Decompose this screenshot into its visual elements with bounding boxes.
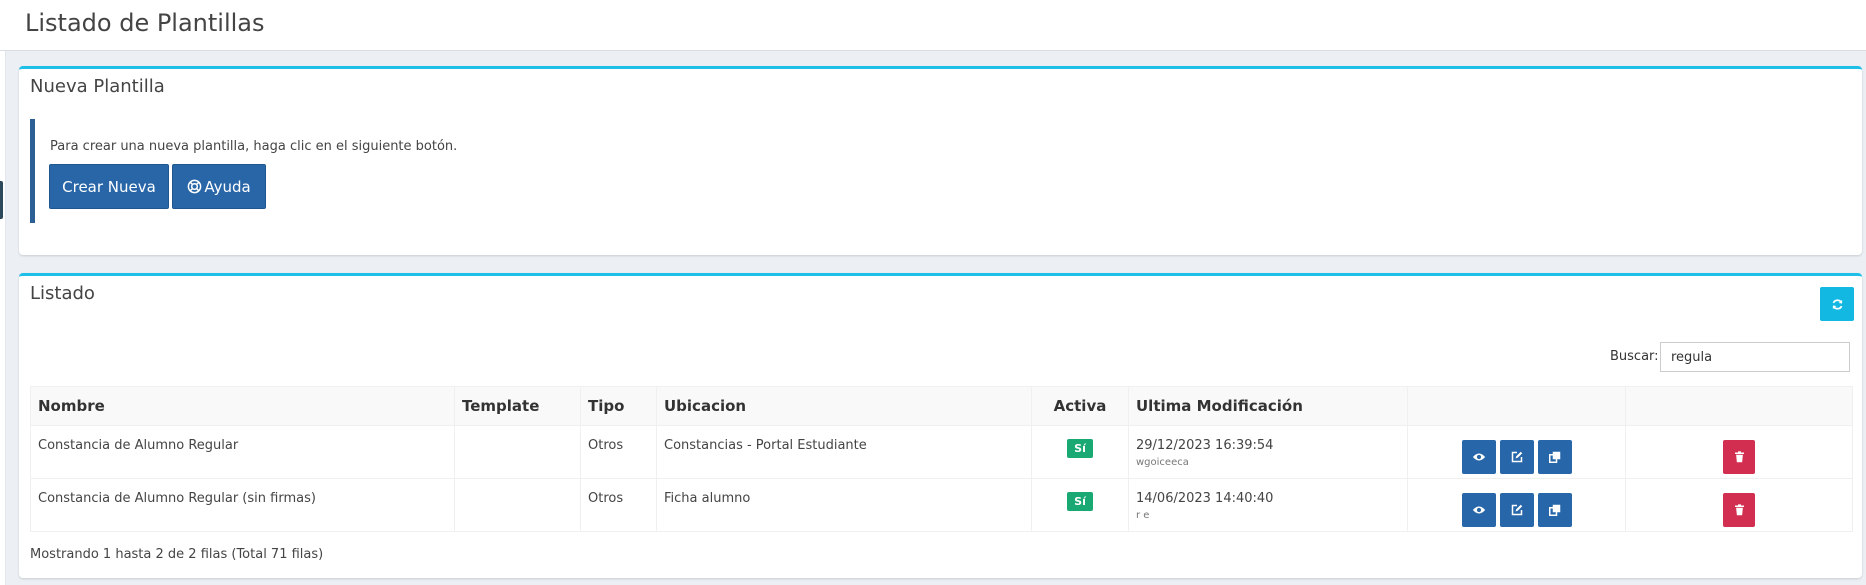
duplicate-button[interactable] — [1537, 493, 1572, 527]
copy-icon — [1548, 451, 1560, 463]
eye-icon — [1472, 453, 1485, 461]
create-new-label: Crear Nueva — [62, 177, 156, 196]
cell-nombre: Constancia de Alumno Regular (sin firmas… — [30, 478, 455, 532]
refresh-icon — [1832, 298, 1842, 310]
help-label: Ayuda — [204, 177, 251, 196]
column-header-nombre[interactable]: Nombre — [30, 386, 455, 426]
duplicate-button[interactable] — [1537, 440, 1572, 474]
modification-date: 29/12/2023 16:39:54 — [1136, 438, 1274, 453]
cell-template — [454, 478, 581, 532]
refresh-button[interactable] — [1820, 287, 1854, 321]
column-header-modificacion[interactable]: Ultima Modificación — [1128, 386, 1408, 426]
pagination-info: Mostrando 1 hasta 2 de 2 filas (Total 71… — [30, 547, 324, 562]
view-button[interactable] — [1461, 440, 1496, 474]
search-input[interactable] — [1660, 342, 1850, 372]
sidebar-active-marker — [0, 181, 3, 219]
cell-tipo: Otros — [580, 425, 657, 479]
column-header-delete — [1625, 386, 1853, 426]
edit-button[interactable] — [1499, 493, 1534, 527]
table-row: Constancia de Alumno Regular (sin firmas… — [30, 478, 1853, 532]
edit-icon — [1511, 504, 1522, 516]
copy-icon — [1548, 504, 1560, 516]
page-title: Listado de Plantillas — [25, 9, 265, 37]
cell-activa: Sí — [1031, 425, 1129, 479]
cell-delete — [1625, 425, 1853, 479]
active-badge: Sí — [1067, 439, 1093, 458]
cell-tipo: Otros — [580, 478, 657, 532]
cell-ubicacion: Constancias - Portal Estudiante — [656, 425, 1032, 479]
new-template-title: Nueva Plantilla — [30, 76, 165, 97]
help-button[interactable]: Ayuda — [172, 164, 266, 209]
page-header: Listado de Plantillas — [0, 0, 1866, 51]
search-label: Buscar: — [1610, 349, 1659, 364]
view-button[interactable] — [1461, 493, 1496, 527]
lifebuoy-icon — [187, 179, 202, 194]
delete-button[interactable] — [1723, 493, 1755, 527]
active-badge: Sí — [1067, 492, 1093, 511]
cell-activa: Sí — [1031, 478, 1129, 532]
new-template-callout: Para crear una nueva plantilla, haga cli… — [30, 119, 1855, 223]
cell-modificacion: 29/12/2023 16:39:54 wgoiceeca — [1128, 425, 1408, 479]
column-header-activa[interactable]: Activa — [1031, 386, 1129, 426]
create-new-button[interactable]: Crear Nueva — [49, 164, 169, 209]
cell-actions — [1407, 425, 1626, 479]
column-header-actions — [1407, 386, 1626, 426]
column-header-template[interactable]: Template — [454, 386, 581, 426]
cell-delete — [1625, 478, 1853, 532]
modification-date: 14/06/2023 14:40:40 — [1136, 491, 1274, 506]
templates-table: Nombre Template Tipo Ubicacion Activa Ul… — [30, 386, 1853, 532]
column-header-ubicacion[interactable]: Ubicacion — [656, 386, 1032, 426]
edit-icon — [1511, 451, 1522, 463]
cell-nombre: Constancia de Alumno Regular — [30, 425, 455, 479]
trash-icon — [1734, 504, 1744, 516]
new-template-description: Para crear una nueva plantilla, haga cli… — [50, 139, 458, 154]
cell-modificacion: 14/06/2023 14:40:40 r e — [1128, 478, 1408, 532]
eye-icon — [1472, 506, 1485, 514]
modification-user: r e — [1136, 510, 1150, 521]
trash-icon — [1734, 451, 1744, 463]
cell-actions — [1407, 478, 1626, 532]
cell-ubicacion: Ficha alumno — [656, 478, 1032, 532]
delete-button[interactable] — [1723, 440, 1755, 474]
left-sidebar-strip — [0, 51, 6, 585]
modification-user: wgoiceeca — [1136, 457, 1189, 468]
new-template-panel: Nueva Plantilla Para crear una nueva pla… — [19, 66, 1862, 255]
edit-button[interactable] — [1499, 440, 1534, 474]
column-header-tipo[interactable]: Tipo — [580, 386, 657, 426]
table-header-row: Nombre Template Tipo Ubicacion Activa Ul… — [30, 386, 1853, 426]
cell-template — [454, 425, 581, 479]
table-row: Constancia de Alumno Regular Otros Const… — [30, 425, 1853, 479]
listing-panel: Listado Buscar: Nombre Template Tipo Ubi… — [19, 273, 1862, 578]
listing-title: Listado — [30, 283, 95, 304]
